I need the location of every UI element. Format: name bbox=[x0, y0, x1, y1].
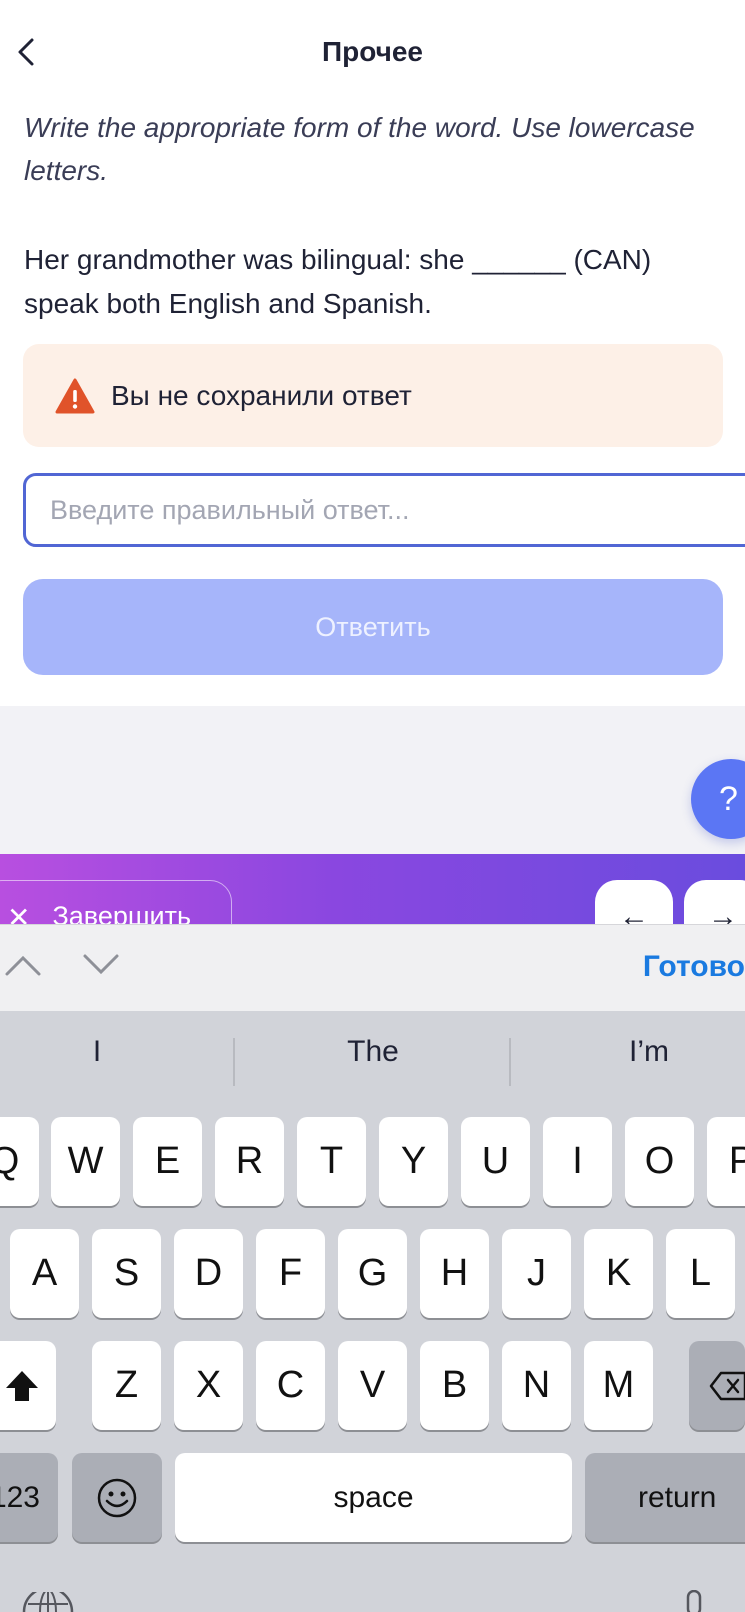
key-l[interactable]: L bbox=[666, 1229, 735, 1318]
bottom-action-bar: ✕ Завершить ← → bbox=[0, 854, 745, 924]
key-t[interactable]: T bbox=[297, 1117, 366, 1206]
suggestion-1[interactable]: I bbox=[0, 1035, 207, 1069]
suggestion-divider bbox=[233, 1038, 235, 1086]
done-button[interactable]: Готово bbox=[643, 950, 745, 984]
answer-input[interactable] bbox=[23, 473, 745, 547]
key-r[interactable]: R bbox=[215, 1117, 284, 1206]
key-n[interactable]: N bbox=[502, 1341, 571, 1430]
suggestion-divider bbox=[509, 1038, 511, 1086]
submit-button[interactable]: Ответить bbox=[23, 579, 723, 675]
key-y[interactable]: Y bbox=[379, 1117, 448, 1206]
question-text: Her grandmother was bilingual: she _____… bbox=[24, 244, 652, 319]
globe-icon[interactable] bbox=[22, 1592, 74, 1612]
keyboard-toolbar bbox=[0, 924, 745, 1012]
numbers-key-label: 123 bbox=[0, 1480, 40, 1514]
key-e[interactable]: E bbox=[133, 1117, 202, 1206]
key-a[interactable]: A bbox=[10, 1229, 79, 1318]
key-k[interactable]: K bbox=[584, 1229, 653, 1318]
page-title: Прочее bbox=[321, 36, 424, 67]
chevron-up-icon[interactable] bbox=[4, 953, 42, 977]
warning-text: Вы не сохранили ответ bbox=[111, 379, 412, 411]
microphone-icon[interactable] bbox=[684, 1590, 704, 1612]
key-j[interactable]: J bbox=[502, 1229, 571, 1318]
finish-button[interactable]: ✕ Завершить bbox=[0, 880, 232, 924]
key-s[interactable]: S bbox=[92, 1229, 161, 1318]
key-g[interactable]: G bbox=[338, 1229, 407, 1318]
key-c[interactable]: C bbox=[256, 1341, 325, 1430]
suggestion-2[interactable]: The bbox=[263, 1035, 483, 1069]
backspace-icon bbox=[709, 1371, 745, 1400]
return-key[interactable]: return bbox=[585, 1453, 745, 1542]
key-u[interactable]: U bbox=[461, 1117, 530, 1206]
space-key[interactable]: space bbox=[175, 1453, 572, 1542]
key-d[interactable]: D bbox=[174, 1229, 243, 1318]
emoji-key[interactable] bbox=[72, 1453, 162, 1542]
finish-label: Завершить bbox=[52, 901, 192, 924]
content-background bbox=[0, 706, 745, 854]
prev-button[interactable]: ← bbox=[595, 880, 673, 924]
emoji-icon bbox=[97, 1478, 137, 1517]
key-q[interactable]: Q bbox=[0, 1117, 39, 1206]
numbers-key[interactable]: 123 bbox=[0, 1453, 58, 1542]
key-p[interactable]: P bbox=[707, 1117, 745, 1206]
warning-icon bbox=[55, 378, 95, 413]
chevron-down-icon[interactable] bbox=[82, 953, 120, 977]
key-o[interactable]: O bbox=[625, 1117, 694, 1206]
task-instruction: Write the appropriate form of the word. … bbox=[24, 112, 695, 186]
key-b[interactable]: B bbox=[420, 1341, 489, 1430]
key-f[interactable]: F bbox=[256, 1229, 325, 1318]
key-z[interactable]: Z bbox=[92, 1341, 161, 1430]
next-button[interactable]: → bbox=[684, 880, 745, 924]
suggestion-3[interactable]: I’m bbox=[539, 1035, 745, 1069]
key-w[interactable]: W bbox=[51, 1117, 120, 1206]
backspace-key[interactable] bbox=[689, 1341, 745, 1430]
unsaved-warning: Вы не сохранили ответ bbox=[23, 344, 723, 447]
key-h[interactable]: H bbox=[420, 1229, 489, 1318]
key-i[interactable]: I bbox=[543, 1117, 612, 1206]
close-icon: ✕ bbox=[7, 902, 31, 924]
key-v[interactable]: V bbox=[338, 1341, 407, 1430]
shift-icon bbox=[6, 1370, 38, 1401]
shift-key[interactable] bbox=[0, 1341, 56, 1430]
key-m[interactable]: M bbox=[584, 1341, 653, 1430]
key-x[interactable]: X bbox=[174, 1341, 243, 1430]
